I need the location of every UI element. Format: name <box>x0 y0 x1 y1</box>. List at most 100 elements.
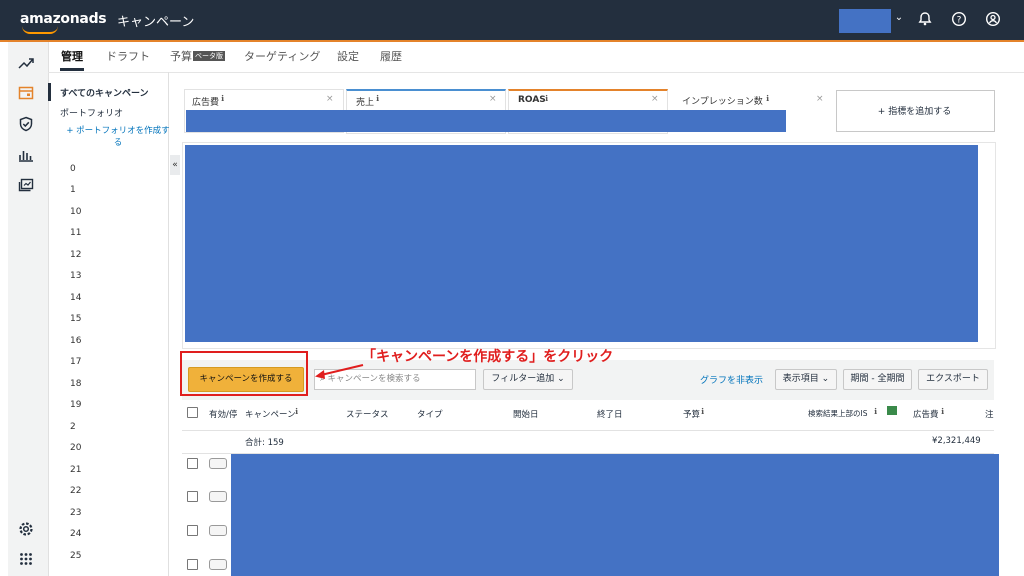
portfolio-item[interactable]: 23 <box>70 508 81 518</box>
row-checkbox[interactable] <box>187 525 198 536</box>
select-all-checkbox[interactable] <box>187 407 198 418</box>
date-range-button[interactable]: 期間 - 全期間 <box>843 369 912 390</box>
sidebar-active-indicator <box>48 83 51 101</box>
portfolio-item[interactable]: 2 <box>70 422 76 432</box>
add-filter-label: フィルター追加 <box>491 374 555 384</box>
settings-gear-icon[interactable] <box>14 521 38 541</box>
column-header-orders[interactable]: 注 <box>985 408 994 420</box>
metric-label: ROAS <box>518 95 546 105</box>
column-header-start-date[interactable]: 開始日 <box>513 408 539 420</box>
shield-icon[interactable] <box>14 116 38 136</box>
annotation-text: 「キャンペーンを作成する」をクリック <box>362 349 614 365</box>
tab-history[interactable]: 履歴 <box>380 48 402 64</box>
portfolio-item[interactable]: 13 <box>70 271 81 281</box>
close-icon[interactable]: × <box>651 94 659 104</box>
reports-icon[interactable] <box>14 178 38 196</box>
row-checkbox[interactable] <box>187 458 198 469</box>
portfolio-item[interactable]: 22 <box>70 486 81 496</box>
portfolio-item[interactable]: 16 <box>70 336 81 346</box>
redacted-chart <box>185 145 978 342</box>
table-total-row <box>182 431 994 454</box>
column-header-budget[interactable]: 予算 <box>683 408 700 420</box>
create-portfolio-link[interactable]: + ポートフォリオを作成する <box>66 125 170 149</box>
tab-targeting[interactable]: ターゲティング <box>244 48 320 64</box>
metric-label: インプレッション数 <box>682 97 763 107</box>
portfolio-item[interactable]: 17 <box>70 357 81 367</box>
campaign-manager-icon[interactable] <box>14 86 38 104</box>
bell-icon[interactable] <box>917 11 933 31</box>
total-spend: ¥2,321,449 <box>932 436 981 446</box>
logo-smile-icon <box>22 26 58 34</box>
redacted-metric-values <box>186 110 786 132</box>
tab-budgets[interactable]: 予算 <box>170 48 192 64</box>
info-icon: ℹ <box>545 94 549 103</box>
hide-graph-link[interactable]: グラフを非表示 <box>700 373 763 386</box>
portfolio-item[interactable]: 10 <box>70 207 81 217</box>
campaign-toggle[interactable] <box>209 559 227 570</box>
portfolio-item[interactable]: 1 <box>70 185 76 195</box>
info-icon: ℹ <box>701 407 705 416</box>
tab-manage[interactable]: 管理 <box>61 48 83 64</box>
info-icon: ℹ <box>874 407 878 416</box>
column-header-active[interactable]: 有効/停 <box>209 408 237 420</box>
column-header-status[interactable]: ステータス <box>346 408 389 420</box>
chevron-down-icon[interactable]: ⌄ <box>891 12 907 23</box>
metric-label: 売上 <box>356 98 375 108</box>
info-icon: ℹ <box>221 94 225 103</box>
active-tab-indicator <box>60 68 84 71</box>
portfolio-item[interactable]: 11 <box>70 228 81 238</box>
column-header-end-date[interactable]: 終了日 <box>597 408 623 420</box>
portfolio-item[interactable]: 25 <box>70 551 81 561</box>
highlight-box <box>180 351 308 396</box>
column-header-campaign[interactable]: キャンペーン <box>245 408 296 420</box>
info-icon: ℹ <box>376 94 380 103</box>
close-icon[interactable]: × <box>326 94 334 104</box>
close-icon[interactable]: × <box>816 94 824 104</box>
column-header-top-of-search-is[interactable]: 検索結果上部のIS <box>808 408 867 419</box>
page-title: キャンペーン <box>117 15 195 30</box>
amazon-ads-logo[interactable]: amazonads <box>20 11 107 27</box>
chevron-down-icon: ⌄ <box>557 374 565 384</box>
info-icon: ℹ <box>766 94 770 103</box>
portfolio-item[interactable]: 14 <box>70 293 81 303</box>
column-header-spend[interactable]: 広告費 <box>913 408 939 420</box>
campaign-toggle[interactable] <box>209 491 227 502</box>
column-header-type[interactable]: タイプ <box>417 408 443 420</box>
campaign-toggle[interactable] <box>209 525 227 536</box>
info-icon: ℹ <box>295 407 299 416</box>
trend-chart-icon[interactable] <box>14 56 38 74</box>
portfolio-item[interactable]: 21 <box>70 465 81 475</box>
total-count: 合計: 159 <box>245 438 284 448</box>
add-metric-label: + 指標を追加する <box>877 107 952 117</box>
columns-button[interactable]: 表示項目 ⌄ <box>775 369 837 390</box>
portfolio-item[interactable]: 24 <box>70 529 81 539</box>
portfolio-item[interactable]: 0 <box>70 164 76 174</box>
portfolio-item[interactable]: 18 <box>70 379 81 389</box>
campaign-toggle[interactable] <box>209 458 227 469</box>
annotation-arrow <box>313 363 365 385</box>
help-icon[interactable]: ? <box>951 11 967 31</box>
apps-grid-icon[interactable] <box>14 552 38 570</box>
collapse-sidebar-button[interactable]: « <box>170 155 180 175</box>
add-filter-button[interactable]: フィルター追加 ⌄ <box>483 369 573 390</box>
bar-chart-icon[interactable] <box>14 148 38 166</box>
info-icon: ℹ <box>941 407 945 416</box>
tab-drafts[interactable]: ドラフト <box>106 48 150 64</box>
sidebar-portfolio-heading: ポートフォリオ <box>60 109 124 119</box>
account-selector[interactable] <box>839 9 891 33</box>
sidebar-item-all-campaigns[interactable]: すべてのキャンペーン <box>60 86 149 99</box>
new-badge-icon <box>887 406 897 415</box>
svg-text:?: ? <box>957 16 962 26</box>
portfolio-item[interactable]: 20 <box>70 443 81 453</box>
row-checkbox[interactable] <box>187 559 198 570</box>
tab-settings[interactable]: 設定 <box>337 48 359 64</box>
user-account-icon[interactable] <box>985 11 1001 31</box>
metric-label: 広告費 <box>192 98 220 108</box>
portfolio-item[interactable]: 19 <box>70 400 81 410</box>
portfolio-item[interactable]: 12 <box>70 250 81 260</box>
portfolio-item[interactable]: 15 <box>70 314 81 324</box>
table-header-row <box>182 400 994 431</box>
close-icon[interactable]: × <box>489 94 497 104</box>
row-checkbox[interactable] <box>187 491 198 502</box>
export-button[interactable]: エクスポート <box>918 369 988 390</box>
